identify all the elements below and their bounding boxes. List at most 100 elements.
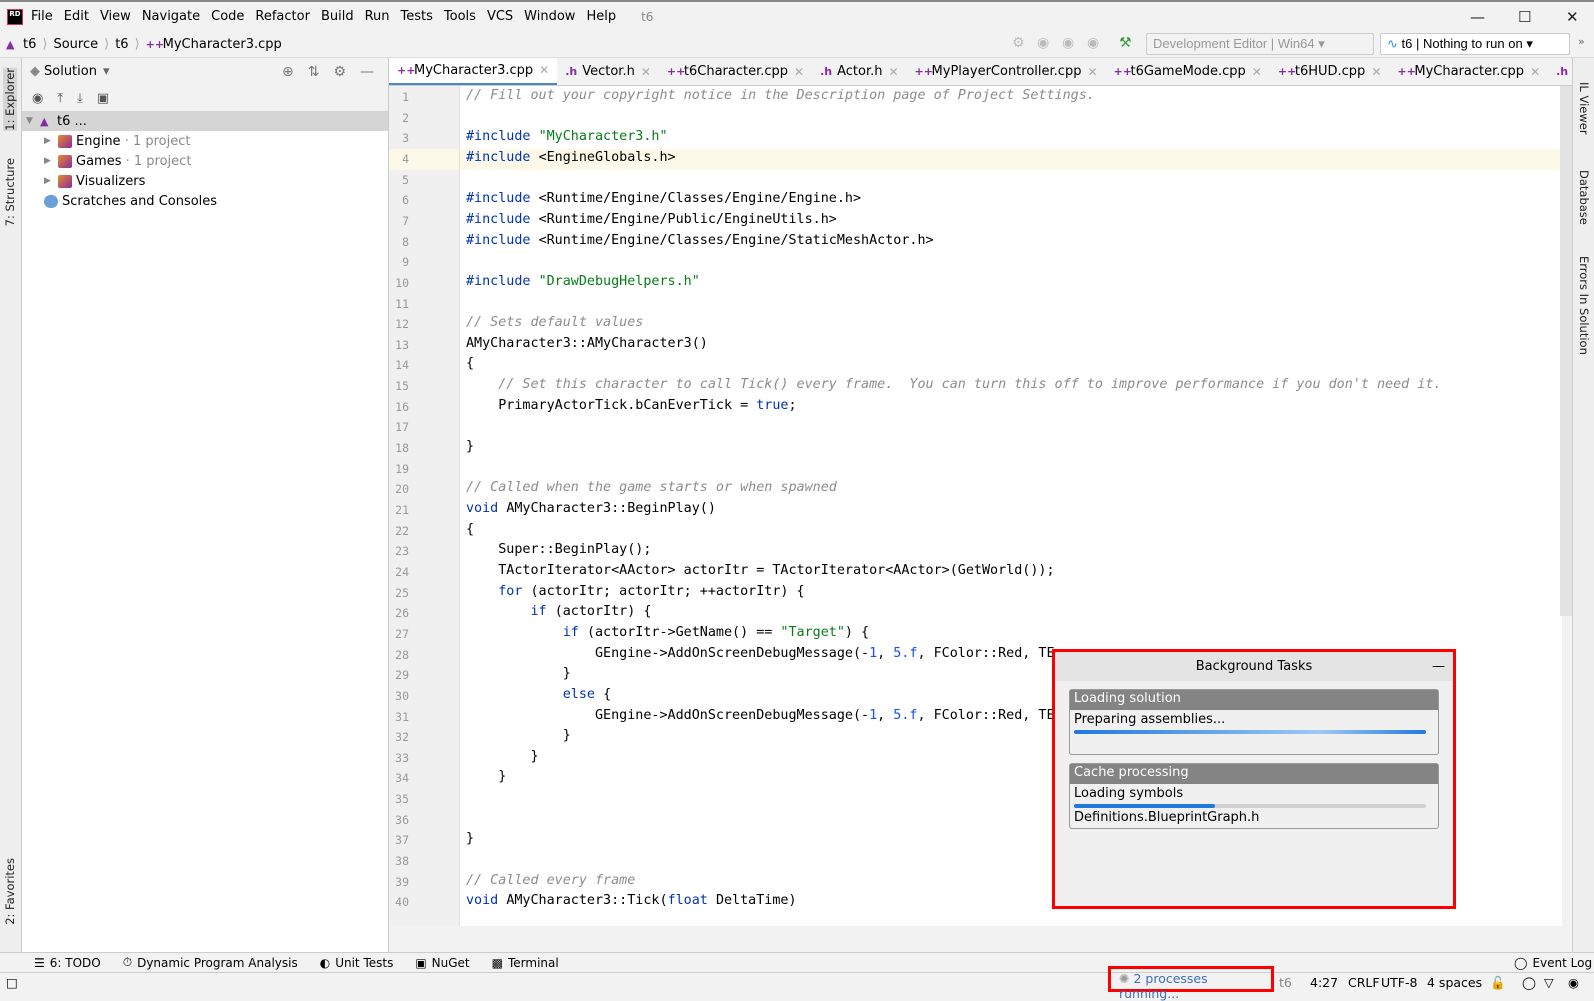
terminal-tab[interactable]: ▩ Terminal xyxy=(492,956,559,970)
build-hammer-icon[interactable]: ⚒ xyxy=(1119,35,1132,51)
gamepad-icon[interactable]: ◉ xyxy=(1568,975,1579,990)
close-tab-icon[interactable]: ✕ xyxy=(1530,65,1540,79)
tab-vector-h[interactable]: .h Vector.h ✕ xyxy=(557,58,659,85)
tree-root[interactable]: ▼ ▲ t6 ... xyxy=(22,111,388,131)
tree-item-visualizers[interactable]: ▶ Visualizers xyxy=(22,171,388,191)
code-line: for (actorItr; actorItr; ++actorItr) { xyxy=(466,584,804,599)
minimize-icon[interactable]: — xyxy=(1432,652,1445,681)
tab-actor-h[interactable]: .h Actor.h ✕ xyxy=(812,58,906,85)
minimize-button[interactable]: — xyxy=(1470,8,1485,26)
favorites-tab[interactable]: 2: Favorites xyxy=(3,858,17,925)
indent-setting[interactable]: 4 spaces xyxy=(1427,975,1482,990)
solution-dropdown[interactable]: Solution xyxy=(44,64,97,79)
locate-icon[interactable]: ⊕ xyxy=(282,64,308,80)
code-token: <EngineGlobals.h> xyxy=(538,149,676,165)
menu-view[interactable]: View xyxy=(100,9,131,24)
close-tab-icon[interactable]: ✕ xyxy=(1087,65,1097,79)
menu-run[interactable]: Run xyxy=(365,9,390,24)
code-token: // Called when the game starts or when s… xyxy=(466,480,837,496)
collapse-all-icon[interactable]: ⤓ xyxy=(77,91,83,106)
file-encoding[interactable]: UTF-8 xyxy=(1381,975,1417,990)
collapse-icon[interactable]: ⇅ xyxy=(308,64,334,80)
tab-mycharacter-cpp[interactable]: ++ MyCharacter.cpp ✕ xyxy=(1389,58,1548,85)
expand-icon[interactable]: ⤒ xyxy=(57,91,63,106)
menu-build[interactable]: Build xyxy=(321,9,354,24)
code-line: void AMyCharacter3::BeginPlay() xyxy=(466,501,716,516)
gamepad-run-icon[interactable]: ◉ xyxy=(1037,35,1049,51)
tab-label: MyPlayerController.cpp xyxy=(931,64,1082,79)
breadcrumb-item[interactable]: t6 xyxy=(115,37,128,52)
breadcrumb-item[interactable]: t6 xyxy=(23,37,36,52)
show-all-icon[interactable]: ◉ xyxy=(32,91,43,106)
close-button[interactable]: ✕ xyxy=(1566,8,1579,26)
menu-window[interactable]: Window xyxy=(524,9,575,24)
code-token: (actorItr) { xyxy=(554,604,652,620)
chevron-down-icon[interactable]: ▾ xyxy=(103,64,110,79)
line-number: 28 xyxy=(395,647,409,662)
gear-icon[interactable]: ⚙ xyxy=(333,64,360,80)
structure-tab[interactable]: 7: Structure xyxy=(3,158,17,226)
tab-mycharacter3-cpp[interactable]: ++ MyCharacter3.cpp ✕ xyxy=(389,58,558,85)
menu-refactor[interactable]: Refactor xyxy=(255,9,310,24)
tab-t6gamemode-cpp[interactable]: ++ t6GameMode.cpp ✕ xyxy=(1106,58,1270,85)
unit-tests-tab[interactable]: ◐ Unit Tests xyxy=(320,956,394,970)
vertical-scrollbar[interactable] xyxy=(1560,86,1572,616)
configuration-select[interactable]: Development Editor | Win64 ▾ xyxy=(1146,33,1374,55)
breadcrumb-item[interactable]: MyCharacter3.cpp xyxy=(163,37,282,52)
close-tab-icon[interactable]: ✕ xyxy=(539,63,549,77)
dpa-tab[interactable]: ⏱ Dynamic Program Analysis xyxy=(123,955,298,970)
close-tab-icon[interactable]: ✕ xyxy=(641,65,651,79)
tab-label: 6: TODO xyxy=(49,955,101,970)
nuget-tab[interactable]: ▣ NuGet xyxy=(415,956,469,970)
breadcrumb-item[interactable]: Source xyxy=(53,37,98,52)
menu-vcs[interactable]: VCS xyxy=(487,9,513,24)
run-configuration-select[interactable]: ∿ t6 | Nothing to run on ▾ xyxy=(1380,33,1570,55)
close-tab-icon[interactable]: ✕ xyxy=(794,65,804,79)
il-viewer-tab[interactable]: IL Viewer xyxy=(1577,82,1591,135)
tab-t6hud-cpp[interactable]: ++ t6HUD.cpp ✕ xyxy=(1270,58,1390,85)
maximize-button[interactable]: ☐ xyxy=(1518,8,1531,26)
close-tab-icon[interactable]: ✕ xyxy=(1252,65,1262,79)
menu-edit[interactable]: Edit xyxy=(64,9,89,24)
database-tab[interactable]: Database xyxy=(1577,170,1591,225)
close-tab-icon[interactable]: ✕ xyxy=(1371,65,1381,79)
gamepad-icon[interactable]: ◉ xyxy=(1087,35,1099,51)
code-token: <Runtime/Engine/Classes/Engine/StaticMes… xyxy=(538,232,934,248)
todo-tab[interactable]: ☰ 6: TODO xyxy=(34,956,101,970)
line-separator[interactable]: CRLF xyxy=(1348,975,1380,990)
dotnet-icon: ∿ xyxy=(1387,36,1398,51)
errors-in-solution-tab[interactable]: Errors In Solution xyxy=(1577,256,1591,355)
settings-icon[interactable]: ⚙ xyxy=(1012,35,1025,51)
menu-help[interactable]: Help xyxy=(586,9,616,24)
line-number: 35 xyxy=(395,792,409,807)
tab-myplay[interactable]: .hMyPlay xyxy=(1548,58,1572,85)
tree-item-scratches[interactable]: Scratches and Consoles xyxy=(22,191,388,211)
tab-myplayercontroller-cpp[interactable]: ++ MyPlayerController.cpp ✕ xyxy=(907,58,1106,85)
menu-tests[interactable]: Tests xyxy=(401,9,433,24)
processes-running-indicator[interactable]: ✺ 2 processes running... xyxy=(1108,966,1274,1001)
tab-t6character-cpp[interactable]: ++ t6Character.cpp ✕ xyxy=(659,58,812,85)
close-tab-icon[interactable]: ✕ xyxy=(888,65,898,79)
hide-icon[interactable]: — xyxy=(360,64,388,80)
event-log-tab[interactable]: ◯ Event Log xyxy=(1514,956,1592,970)
inspection-icon[interactable]: ◯ xyxy=(1522,975,1536,990)
menu-tools[interactable]: Tools xyxy=(444,9,476,24)
tree-item-games[interactable]: ▶ Games · 1 project xyxy=(22,151,388,171)
filter-icon[interactable]: ▽ xyxy=(1544,975,1554,990)
tree-item-engine[interactable]: ▶ Engine · 1 project xyxy=(22,131,388,151)
code-token: #include xyxy=(466,191,539,207)
lock-icon[interactable]: 🔓 xyxy=(1490,975,1506,991)
more-icon[interactable]: » xyxy=(1578,35,1585,48)
gamepad-debug-icon[interactable]: ◉ xyxy=(1062,35,1074,51)
menu-navigate[interactable]: Navigate xyxy=(142,9,200,24)
explorer-tab[interactable]: 1: Explorer xyxy=(3,68,17,131)
code-line: } xyxy=(466,769,506,784)
code-line: #include <EngineGlobals.h> xyxy=(466,150,676,165)
caret-position[interactable]: 4:27 xyxy=(1310,975,1338,990)
menu-file[interactable]: File xyxy=(31,9,53,24)
preview-icon[interactable]: ▣ xyxy=(97,91,109,106)
toggle-tool-windows-icon[interactable]: □ xyxy=(6,975,18,990)
terminal-icon: ▩ xyxy=(491,955,503,970)
menu-code[interactable]: Code xyxy=(211,9,244,24)
